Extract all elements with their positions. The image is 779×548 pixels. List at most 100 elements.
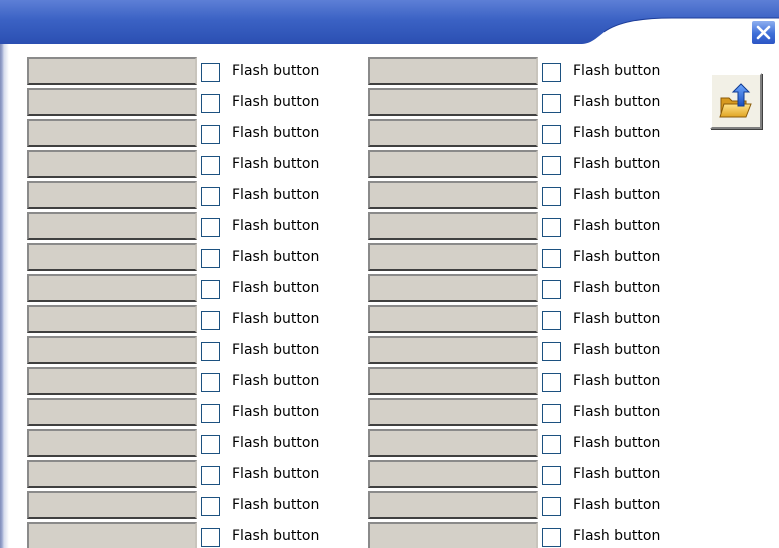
flash-button-label: Flash button [573, 156, 661, 172]
color-swatch-box[interactable] [27, 336, 197, 364]
flash-row: Flash button [368, 56, 695, 87]
flash-button-label: Flash button [232, 63, 320, 79]
flash-checkbox[interactable] [201, 528, 220, 547]
color-swatch-box[interactable] [368, 460, 538, 488]
flash-checkbox[interactable] [201, 342, 220, 361]
color-swatch-box[interactable] [368, 181, 538, 209]
flash-row: Flash button [368, 273, 695, 304]
flash-row: Flash button [368, 490, 695, 521]
flash-checkbox[interactable] [201, 280, 220, 299]
flash-checkbox[interactable] [542, 125, 561, 144]
flash-row: Flash button [27, 211, 354, 242]
flash-button-column-left: Flash button Flash button Flash button Flas… [27, 56, 354, 548]
color-swatch-box[interactable] [368, 88, 538, 116]
color-swatch-box[interactable] [27, 274, 197, 302]
flash-checkbox[interactable] [201, 466, 220, 485]
flash-checkbox[interactable] [542, 311, 561, 330]
flash-button-label: Flash button [573, 497, 661, 513]
color-swatch-box[interactable] [368, 305, 538, 333]
color-swatch-box[interactable] [27, 398, 197, 426]
flash-row: Flash button [368, 211, 695, 242]
color-swatch-box[interactable] [368, 398, 538, 426]
flash-row: Flash button [368, 397, 695, 428]
color-swatch-box[interactable] [27, 181, 197, 209]
color-swatch-box[interactable] [27, 367, 197, 395]
flash-row: Flash button [27, 459, 354, 490]
flash-checkbox[interactable] [201, 373, 220, 392]
color-swatch-box[interactable] [27, 119, 197, 147]
color-swatch-box[interactable] [27, 460, 197, 488]
flash-button-label: Flash button [573, 218, 661, 234]
color-swatch-box[interactable] [27, 57, 197, 85]
color-swatch-box[interactable] [368, 491, 538, 519]
flash-checkbox[interactable] [201, 404, 220, 423]
color-swatch-box[interactable] [368, 336, 538, 364]
flash-row: Flash button [27, 304, 354, 335]
flash-button-label: Flash button [573, 94, 661, 110]
color-swatch-box[interactable] [27, 522, 197, 548]
color-swatch-box[interactable] [368, 150, 538, 178]
flash-checkbox[interactable] [201, 63, 220, 82]
color-swatch-box[interactable] [368, 243, 538, 271]
flash-checkbox[interactable] [542, 373, 561, 392]
flash-checkbox[interactable] [201, 249, 220, 268]
flash-button-label: Flash button [573, 404, 661, 420]
flash-checkbox[interactable] [201, 218, 220, 237]
flash-button-label: Flash button [573, 528, 661, 544]
flash-checkbox[interactable] [201, 94, 220, 113]
flash-checkbox[interactable] [201, 187, 220, 206]
flash-checkbox[interactable] [542, 63, 561, 82]
flash-row: Flash button [27, 397, 354, 428]
color-swatch-box[interactable] [27, 429, 197, 457]
color-swatch-box[interactable] [368, 429, 538, 457]
flash-checkbox[interactable] [542, 435, 561, 454]
flash-row: Flash button [368, 149, 695, 180]
color-swatch-box[interactable] [368, 212, 538, 240]
flash-row: Flash button [368, 459, 695, 490]
flash-checkbox[interactable] [542, 156, 561, 175]
flash-checkbox[interactable] [542, 466, 561, 485]
flash-button-label: Flash button [232, 435, 320, 451]
flash-button-label: Flash button [232, 497, 320, 513]
flash-row: Flash button [27, 490, 354, 521]
flash-row: Flash button [27, 242, 354, 273]
flash-checkbox[interactable] [201, 497, 220, 516]
flash-button-column-right: Flash button Flash button Flash button Flas… [368, 56, 695, 548]
title-bar [0, 0, 779, 44]
flash-row: Flash button [27, 428, 354, 459]
flash-row: Flash button [27, 56, 354, 87]
color-swatch-box[interactable] [368, 274, 538, 302]
color-swatch-box[interactable] [27, 212, 197, 240]
color-swatch-box[interactable] [27, 491, 197, 519]
flash-button-label: Flash button [573, 187, 661, 203]
color-swatch-box[interactable] [368, 522, 538, 548]
color-swatch-box[interactable] [27, 243, 197, 271]
flash-button-label: Flash button [573, 342, 661, 358]
flash-checkbox[interactable] [542, 187, 561, 206]
color-swatch-box[interactable] [368, 119, 538, 147]
flash-checkbox[interactable] [201, 311, 220, 330]
flash-checkbox[interactable] [201, 125, 220, 144]
flash-checkbox[interactable] [542, 94, 561, 113]
color-swatch-box[interactable] [368, 367, 538, 395]
flash-row: Flash button [368, 242, 695, 273]
color-swatch-box[interactable] [368, 57, 538, 85]
flash-checkbox[interactable] [542, 280, 561, 299]
flash-checkbox[interactable] [542, 404, 561, 423]
flash-button-label: Flash button [573, 63, 661, 79]
flash-checkbox[interactable] [201, 156, 220, 175]
flash-checkbox[interactable] [542, 528, 561, 547]
color-swatch-box[interactable] [27, 88, 197, 116]
flash-checkbox[interactable] [542, 497, 561, 516]
close-button[interactable] [751, 20, 776, 45]
color-swatch-box[interactable] [27, 305, 197, 333]
flash-checkbox[interactable] [201, 435, 220, 454]
color-swatch-box[interactable] [27, 150, 197, 178]
flash-row: Flash button [368, 304, 695, 335]
flash-checkbox[interactable] [542, 342, 561, 361]
open-folder-up-arrow-icon [719, 83, 752, 118]
flash-checkbox[interactable] [542, 218, 561, 237]
flash-button-label: Flash button [232, 466, 320, 482]
flash-checkbox[interactable] [542, 249, 561, 268]
open-folder-button[interactable] [710, 73, 762, 129]
